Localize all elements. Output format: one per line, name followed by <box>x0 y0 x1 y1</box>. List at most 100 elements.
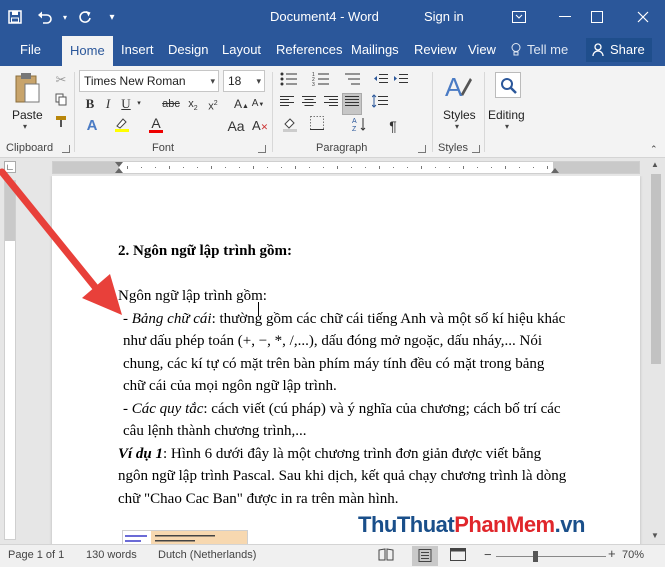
tab-review[interactable]: Review <box>414 34 457 66</box>
find-icon <box>495 72 521 98</box>
vertical-ruler-margin <box>5 181 15 241</box>
print-layout-icon[interactable] <box>412 546 438 566</box>
scroll-up-icon[interactable]: ▲ <box>651 160 659 169</box>
document-page[interactable]: 2. Ngôn ngữ lập trình gồm: Ngôn ngữ lập … <box>52 176 640 544</box>
copy-icon[interactable] <box>52 92 70 112</box>
maximize-icon[interactable] <box>574 0 620 34</box>
subscript-icon[interactable]: x2 <box>184 94 202 114</box>
paragraph-launcher-icon[interactable] <box>418 145 426 153</box>
redo-icon[interactable] <box>70 0 100 34</box>
chevron-down-icon[interactable]: ▾ <box>136 94 142 114</box>
increase-indent-icon[interactable] <box>392 72 410 92</box>
share-label: Share <box>610 42 645 57</box>
styles-launcher-icon[interactable] <box>472 145 480 153</box>
change-case-icon[interactable]: Aa <box>226 116 246 136</box>
font-size-select[interactable]: 18 ▾ <box>223 70 265 92</box>
tab-references[interactable]: References <box>276 34 342 66</box>
ruler-row: ∟ <box>0 158 665 176</box>
watermark-part-2: PhanMem <box>454 512 555 537</box>
clipboard-launcher-icon[interactable] <box>62 145 70 153</box>
font-group-label: Font <box>152 142 175 154</box>
ribbon-display-options-icon[interactable] <box>496 0 542 34</box>
ribbon-tabs: File Home Insert Design Layout Reference… <box>0 34 665 68</box>
font-color-icon[interactable]: A <box>146 116 166 136</box>
doc-bullet-1: - Bảng chữ cái: thường gồm các chữ cái t… <box>118 308 568 398</box>
status-bar: Page 1 of 1 130 words Dutch (Netherlands… <box>0 544 665 567</box>
cut-icon[interactable]: ✂ <box>52 70 70 90</box>
chevron-down-icon: ▾ <box>455 122 460 131</box>
tab-file[interactable]: File <box>20 34 41 66</box>
vertical-scrollbar[interactable]: ▲ ▼ <box>647 158 665 544</box>
tab-home[interactable]: Home <box>62 36 113 68</box>
scrollbar-thumb[interactable] <box>651 174 661 364</box>
web-layout-icon[interactable] <box>450 548 466 564</box>
text-effects-icon[interactable]: A <box>82 116 102 136</box>
horizontal-ruler[interactable] <box>52 161 640 174</box>
shrink-font-icon[interactable]: A▼ <box>251 94 265 114</box>
collapse-ribbon-icon[interactable]: ⌃ <box>650 144 658 155</box>
language-indicator[interactable]: Dutch (Netherlands) <box>158 549 256 561</box>
strikethrough-icon[interactable]: abc <box>160 94 182 114</box>
align-left-icon[interactable] <box>278 94 296 114</box>
vertical-ruler[interactable] <box>4 180 16 540</box>
ruler-ticks <box>115 162 559 173</box>
zoom-level[interactable]: 70% <box>622 549 644 561</box>
save-icon[interactable] <box>0 0 30 34</box>
bullets-icon[interactable] <box>278 72 300 92</box>
font-launcher-icon[interactable] <box>258 145 266 153</box>
tab-design[interactable]: Design <box>168 34 208 66</box>
doc-example: Ví dụ 1: Hình 6 dưới đây là một chương t… <box>118 443 568 511</box>
pascal-program-thumbnail[interactable] <box>122 530 248 544</box>
underline-icon[interactable]: U <box>118 94 134 114</box>
align-center-icon[interactable] <box>300 94 318 114</box>
styles-button[interactable]: A Styles ▾ <box>438 70 478 136</box>
editing-button[interactable]: Editing ▾ <box>488 70 530 136</box>
word-count[interactable]: 130 words <box>86 549 137 561</box>
highlight-icon[interactable] <box>112 116 132 136</box>
share-button[interactable]: Share <box>586 38 652 62</box>
justify-icon[interactable] <box>342 93 362 115</box>
thumbnail-left-pane <box>123 531 151 544</box>
italic-icon[interactable]: I <box>100 94 116 114</box>
chevron-down-icon[interactable]: ▾ <box>60 0 70 34</box>
zoom-in-icon[interactable]: + <box>608 546 616 561</box>
align-right-icon[interactable] <box>322 94 340 114</box>
format-painter-icon[interactable] <box>52 114 70 134</box>
page-count[interactable]: Page 1 of 1 <box>8 549 64 561</box>
borders-icon[interactable] <box>306 116 328 136</box>
paragraph-group-label: Paragraph <box>316 142 368 154</box>
shading-icon[interactable] <box>280 116 300 136</box>
sort-icon[interactable]: AZ <box>350 116 370 136</box>
grow-font-icon[interactable]: A▲ <box>234 94 249 114</box>
document-area[interactable]: 2. Ngôn ngữ lập trình gồm: Ngôn ngữ lập … <box>20 176 647 544</box>
watermark-logo: ThuThuatPhanMem.vn <box>358 512 585 538</box>
scroll-down-icon[interactable]: ▼ <box>651 531 659 540</box>
undo-icon[interactable] <box>30 0 60 34</box>
clear-formatting-icon[interactable]: A✕ <box>252 116 268 136</box>
tab-insert[interactable]: Insert <box>121 34 154 66</box>
document-body[interactable]: 2. Ngôn ngữ lập trình gồm: Ngôn ngữ lập … <box>118 240 568 510</box>
paste-button[interactable]: Paste ▾ <box>8 70 46 131</box>
font-family-select[interactable]: Times New Roman ▾ <box>79 70 219 92</box>
tab-mailings[interactable]: Mailings <box>351 34 399 66</box>
tab-selector-icon[interactable]: ∟ <box>4 161 16 173</box>
zoom-slider-track[interactable] <box>496 556 606 557</box>
font-size-value: 18 <box>228 74 242 88</box>
numbering-icon[interactable]: 123 <box>310 72 332 92</box>
tell-me-box[interactable]: Tell me <box>511 34 568 66</box>
line-spacing-icon[interactable] <box>370 94 390 114</box>
pilcrow-icon[interactable]: ¶ <box>384 116 402 136</box>
close-icon[interactable] <box>620 0 665 34</box>
font-family-value: Times New Roman <box>84 74 186 88</box>
read-mode-icon[interactable] <box>378 548 394 564</box>
bold-icon[interactable]: B <box>82 94 98 114</box>
decrease-indent-icon[interactable] <box>372 72 390 92</box>
tab-layout[interactable]: Layout <box>222 34 261 66</box>
tab-view[interactable]: View <box>468 34 496 66</box>
zoom-slider-handle[interactable] <box>532 551 538 562</box>
zoom-out-icon[interactable]: − <box>484 547 492 562</box>
superscript-icon[interactable]: x2 <box>204 94 222 114</box>
customize-qat-icon[interactable]: ▾ <box>100 0 124 34</box>
sign-in-link[interactable]: Sign in <box>424 9 464 24</box>
multilevel-list-icon[interactable] <box>342 72 364 92</box>
